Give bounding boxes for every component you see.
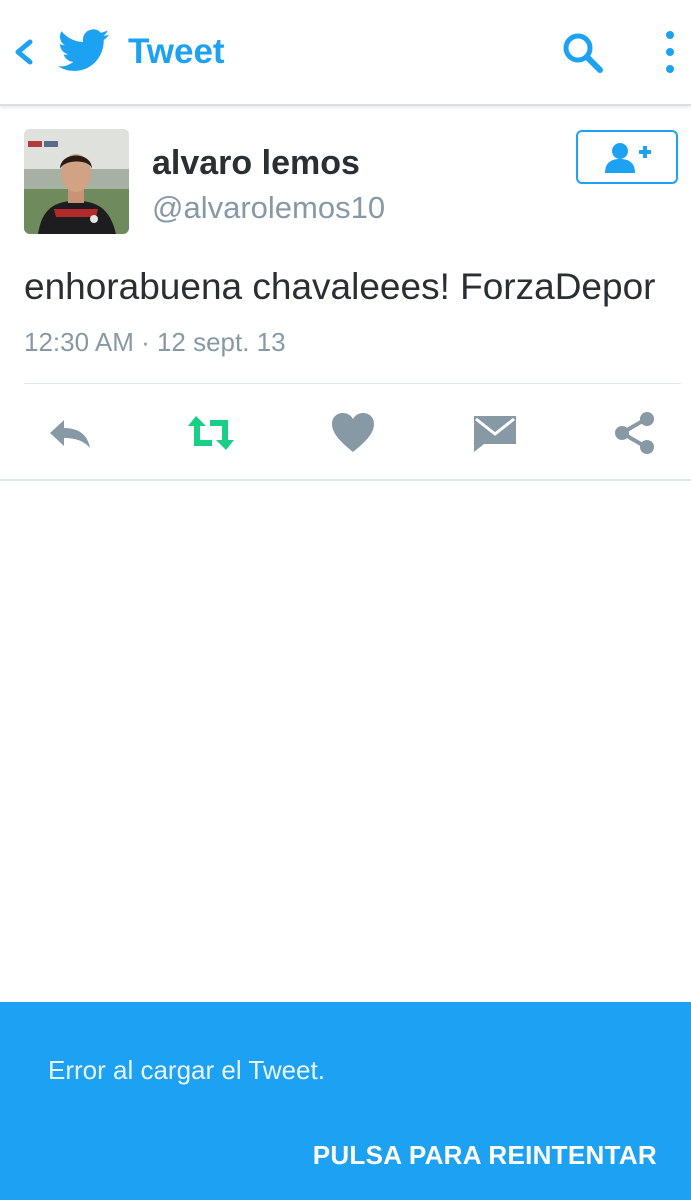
mail-icon[interactable] (470, 410, 520, 456)
reply-icon[interactable] (46, 410, 96, 456)
twitter-bird-icon (58, 29, 110, 71)
retweet-icon[interactable] (186, 410, 236, 456)
user-name[interactable]: alvaro lemos (152, 143, 360, 183)
more-vertical-icon[interactable] (660, 28, 680, 76)
heart-icon[interactable] (328, 410, 378, 456)
page-title: Tweet (128, 32, 225, 71)
tweet-actions (0, 384, 691, 480)
back-icon[interactable] (10, 36, 38, 68)
add-user-icon (605, 143, 651, 173)
retry-button[interactable]: PULSA PARA REINTENTAR (313, 1138, 657, 1172)
tweet-text: enhorabuena chavaleees! ForzaDepor (24, 266, 656, 307)
share-icon[interactable] (610, 410, 660, 456)
top-app-bar: Tweet (0, 0, 691, 106)
avatar[interactable] (24, 129, 129, 234)
search-icon[interactable] (560, 30, 606, 76)
user-handle[interactable]: @alvarolemos10 (152, 189, 385, 227)
error-message: Error al cargar el Tweet. (48, 1055, 325, 1085)
follow-button[interactable] (576, 130, 678, 184)
divider (0, 479, 691, 481)
error-snackbar: Error al cargar el Tweet. PULSA PARA REI… (0, 1002, 691, 1200)
tweet-timestamp: 12:30 AM · 12 sept. 13 (24, 327, 286, 357)
